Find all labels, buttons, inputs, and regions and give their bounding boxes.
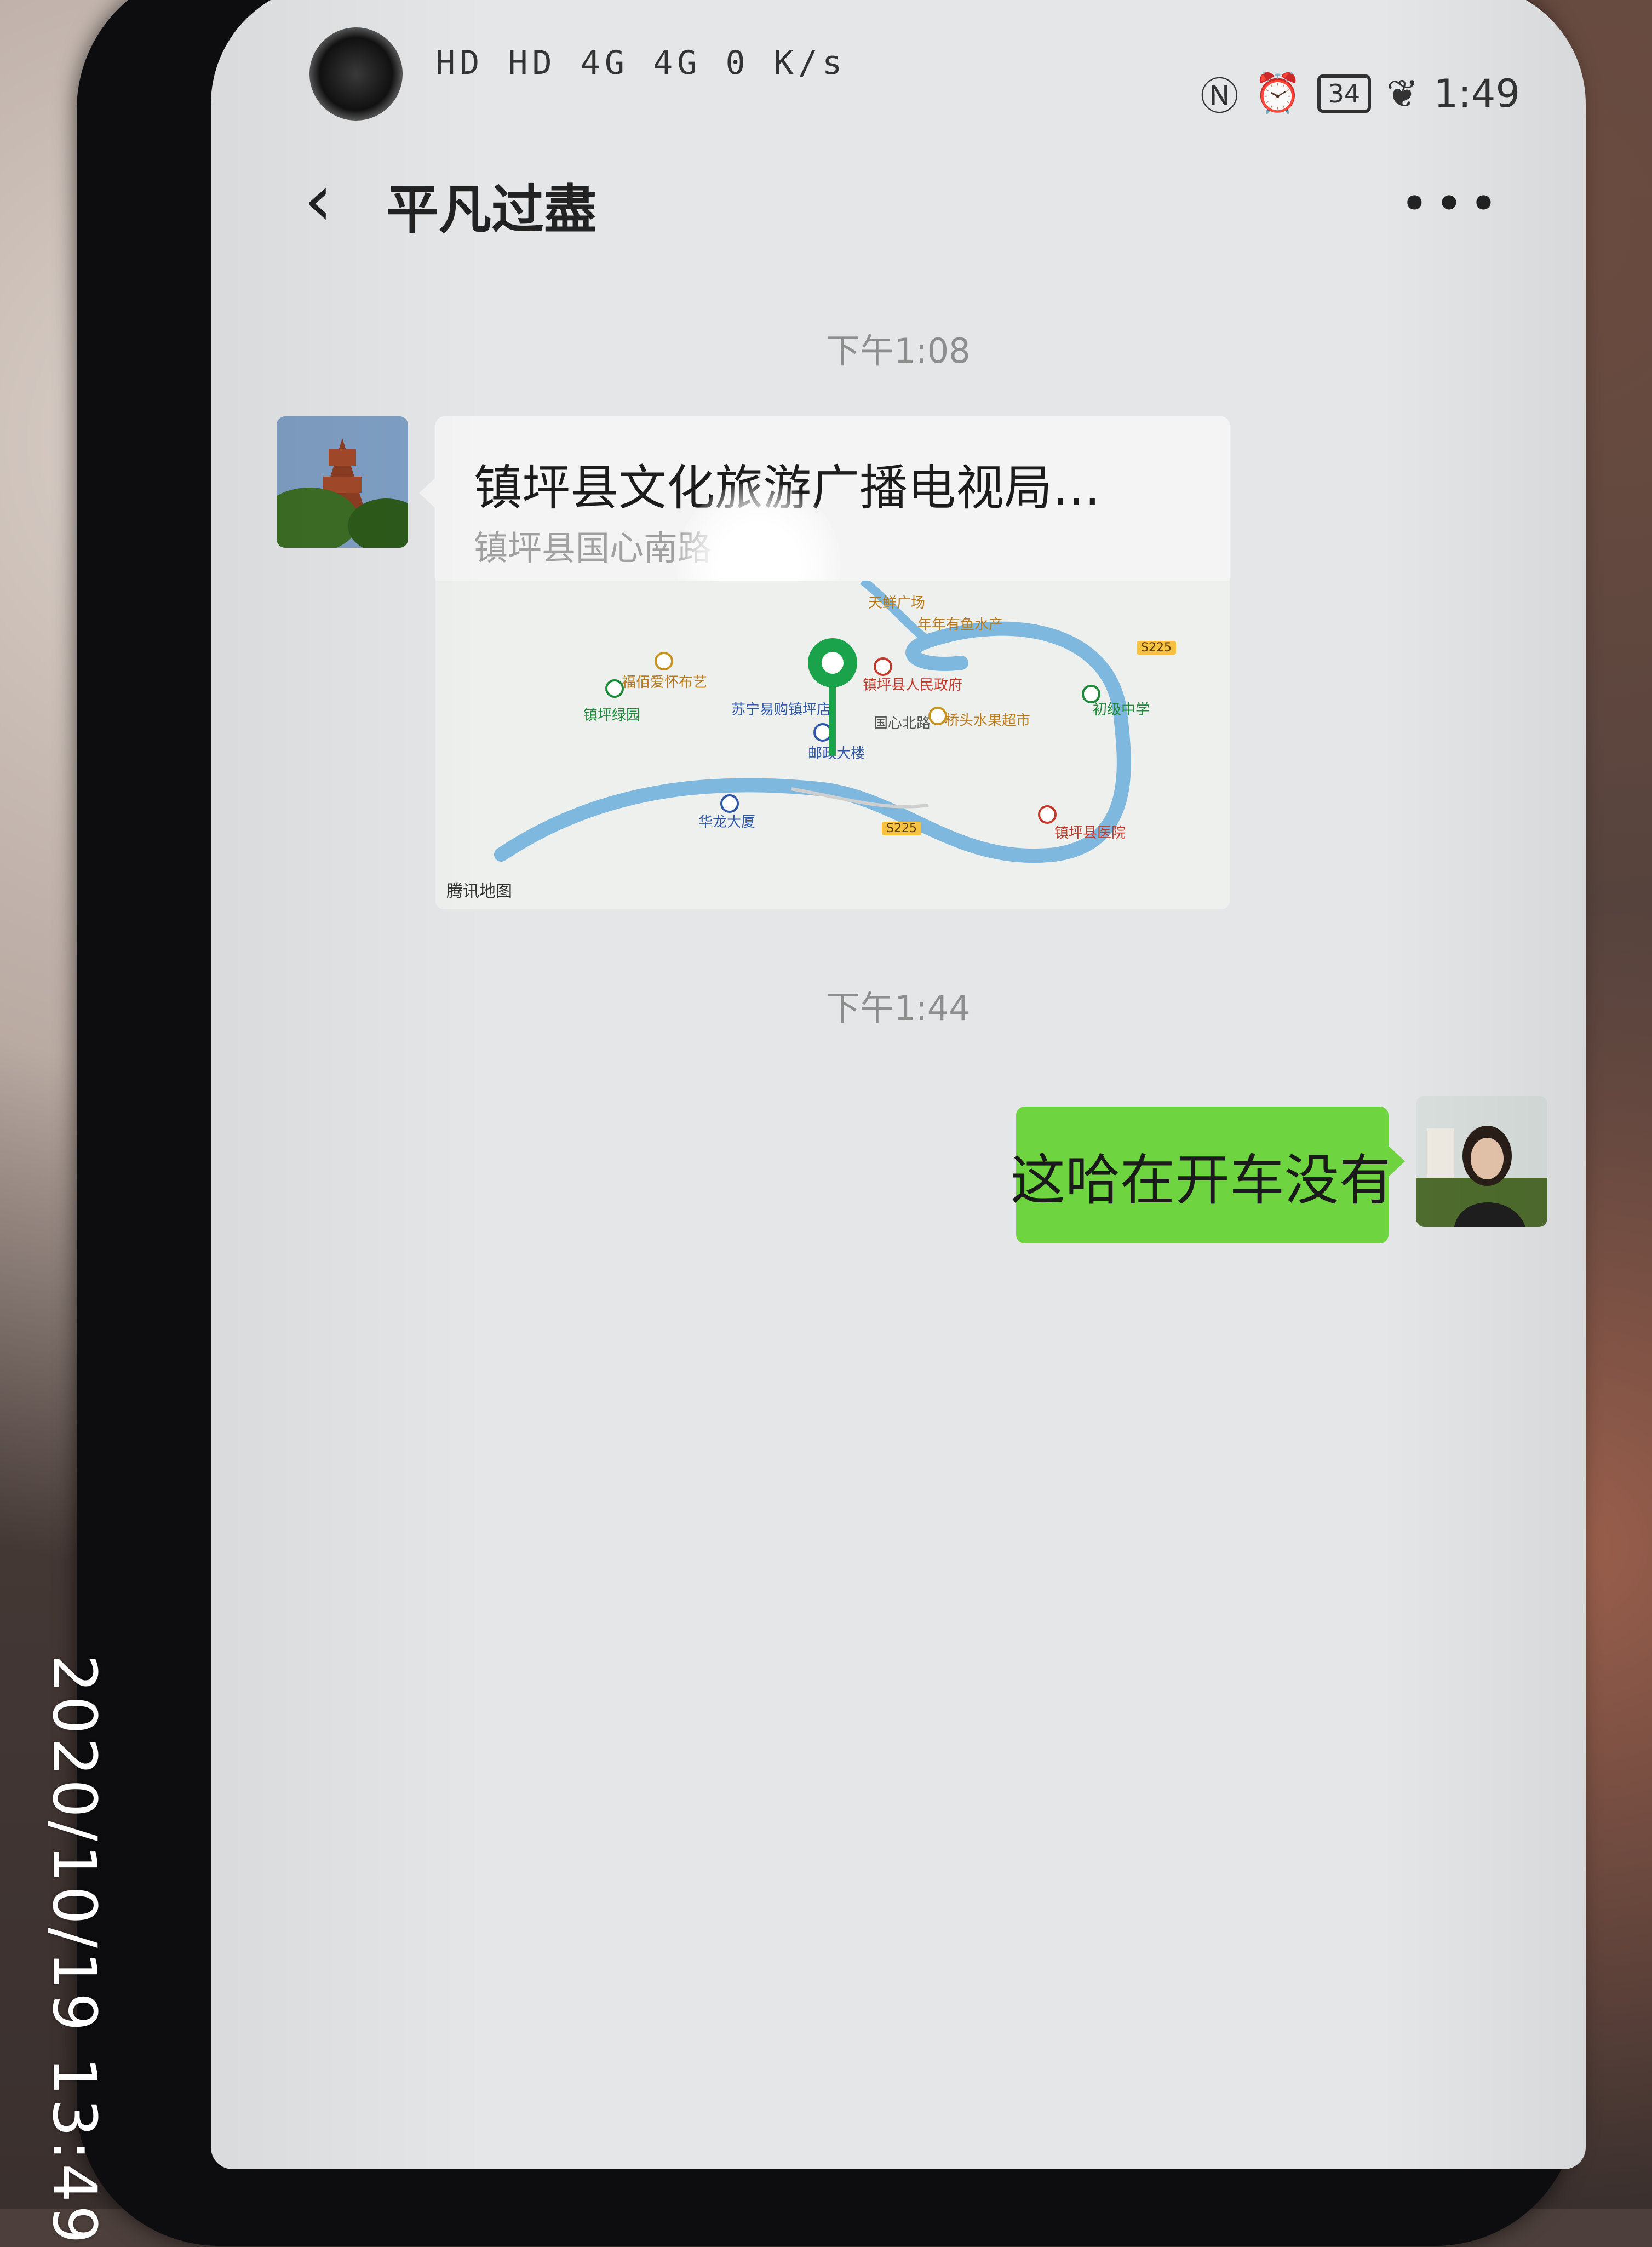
message-timestamp: 下午1:08 xyxy=(826,331,971,371)
chat-header: ‹ 平凡过盡 ••• xyxy=(211,148,1586,247)
map-label: 桥头水果超市 xyxy=(945,713,1031,729)
bubble-arrow-right xyxy=(1387,1145,1405,1178)
road-tag: S225 xyxy=(882,822,921,835)
gov-poi-icon xyxy=(874,657,892,676)
map-label: 初级中学 xyxy=(1093,702,1150,718)
contact-avatar[interactable] xyxy=(277,416,408,548)
battery-icon: 34 xyxy=(1317,74,1372,113)
alarm-icon: ⏰ xyxy=(1254,71,1302,116)
clothing-poi-icon xyxy=(655,652,673,670)
front-camera xyxy=(309,27,403,121)
map-pin-icon xyxy=(808,638,857,756)
hospital-poi-icon xyxy=(1038,805,1057,824)
mart-poi-icon xyxy=(928,707,947,725)
nfc-icon: Ⓝ xyxy=(1200,74,1239,119)
location-address: 镇坪县国心南路 xyxy=(474,528,712,568)
phone-body: HD HD 4G 4G 0 K/s Ⓝ ⏰ 34 ❦ 1:49 ‹ 平凡过盡 •… xyxy=(77,0,1586,2246)
map-label: 年年有鱼水产 xyxy=(917,617,1003,633)
location-message-card[interactable]: 镇坪县文化旅游广播电视局… 镇坪县国心南路 天鲜广场 年年有鱼水产 xyxy=(435,416,1230,909)
map-label: 天鲜广场 xyxy=(868,595,926,611)
map-brand: 腾讯地图 xyxy=(446,882,512,901)
hualong-poi-icon xyxy=(720,794,739,813)
map-preview: 天鲜广场 年年有鱼水产 镇坪县人民政府 福佰爱怀布艺 镇坪绿园 苏宁易购镇坪店 … xyxy=(435,581,1230,909)
photo-date-stamp: 2020/10/19 13:49 xyxy=(39,1654,110,2247)
map-label: 华龙大厦 xyxy=(698,814,756,830)
more-dots-icon[interactable]: ••• xyxy=(1400,175,1504,233)
map-label: 镇坪县医院 xyxy=(1054,825,1126,841)
status-bar: HD HD 4G 4G 0 K/s Ⓝ ⏰ 34 ❦ 1:49 xyxy=(211,0,1586,121)
chevron-left-icon[interactable]: ‹ xyxy=(304,164,332,236)
user-avatar[interactable] xyxy=(1416,1096,1547,1227)
network-indicators: HD HD 4G 4G 0 K/s xyxy=(435,44,847,82)
phone-screen: HD HD 4G 4G 0 K/s Ⓝ ⏰ 34 ❦ 1:49 ‹ 平凡过盡 •… xyxy=(211,0,1586,2169)
map-label: 镇坪绿园 xyxy=(583,707,641,724)
chat-title: 平凡过盡 xyxy=(386,179,596,240)
map-label: 福佰爱怀布艺 xyxy=(622,674,708,691)
leaf-icon: ❦ xyxy=(1386,71,1419,116)
road-tag: S225 xyxy=(1137,641,1176,655)
message-timestamp: 下午1:44 xyxy=(826,988,971,1028)
status-time: 1:49 xyxy=(1433,71,1520,116)
status-right: Ⓝ ⏰ 34 ❦ 1:49 xyxy=(1200,66,1520,121)
bubble-arrow-left xyxy=(419,477,437,509)
map-label: 国心北路 xyxy=(874,715,931,732)
map-label: 镇坪县人民政府 xyxy=(863,677,963,693)
sent-message-bubble[interactable]: 这哈在开车没有 xyxy=(1011,1107,1394,1243)
park-poi-icon xyxy=(605,679,624,698)
